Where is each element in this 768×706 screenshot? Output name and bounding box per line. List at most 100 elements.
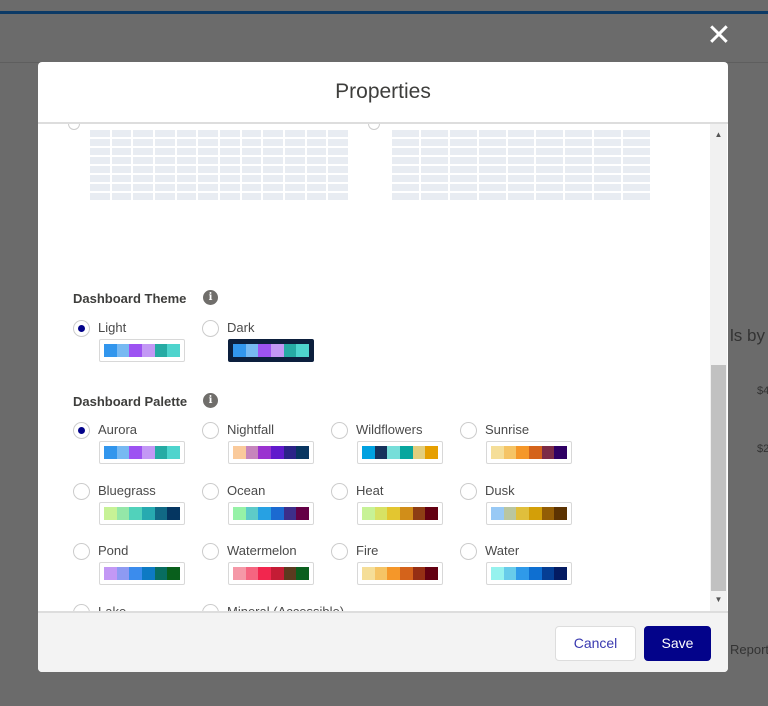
scrollbar[interactable]: ▲ ▼ [710,124,727,611]
color-swatch[interactable] [486,441,572,464]
option-label: Fire [356,543,379,558]
grid-cell [241,193,262,200]
background-axis-label: $4 [757,385,768,397]
radio-button[interactable] [73,603,90,611]
grid-cell [507,184,535,191]
color-swatch[interactable] [357,441,443,464]
color-chip [491,567,504,580]
grid-cell [219,148,240,155]
save-button[interactable]: Save [644,626,711,661]
modal-body: Dashboard Theme i Light Dark Dashboard P… [38,124,728,611]
color-swatch[interactable] [486,501,572,525]
option-label: Light [98,320,127,335]
color-swatch[interactable] [357,501,443,525]
scroll-down-icon[interactable]: ▼ [710,595,727,604]
grid-cell [90,184,110,191]
grid-cell [392,157,419,164]
palette-option-watermelon[interactable]: Watermelon [202,543,327,603]
color-chip [142,506,155,520]
grid-cell [449,166,477,173]
option-label: Dark [227,320,255,335]
palette-option-mineral-accessible[interactable]: Mineral (Accessible) [202,603,344,611]
radio-button[interactable] [202,482,219,500]
grid-cell [111,157,132,164]
radio-button[interactable] [331,422,348,439]
grid-cell [263,130,283,137]
radio-button[interactable] [73,543,90,560]
grid-cell [176,175,197,182]
radio-button[interactable] [73,422,90,439]
color-swatch[interactable] [486,562,572,585]
palette-option-lake[interactable]: Lake [73,603,198,611]
color-chip [296,446,310,459]
radio-button[interactable] [73,482,90,500]
grid-cell [284,130,305,137]
close-icon[interactable]: ✕ [706,21,732,51]
theme-option-light[interactable]: Light [73,320,198,380]
color-swatch[interactable] [228,562,314,585]
palette-option-bluegrass[interactable]: Bluegrass [73,482,198,543]
background-chart-title: ls by [730,326,765,345]
color-chip [104,506,117,520]
palette-option-heat[interactable]: Heat [331,482,456,543]
radio-button[interactable] [202,320,219,337]
info-icon[interactable]: i [203,393,218,408]
grid-cell [623,130,650,137]
grid-cell [536,193,564,200]
grid-cell [263,166,283,173]
palette-heading: Dashboard Palette [73,394,188,409]
color-swatch[interactable] [99,501,185,525]
grid-cell [154,166,175,173]
radio-button[interactable] [73,320,90,337]
grid-cell [133,148,153,155]
color-swatch[interactable] [228,441,314,464]
palette-option-dusk[interactable]: Dusk [460,482,585,543]
theme-option-dark[interactable]: Dark [202,320,327,380]
palette-option-nightfall[interactable]: Nightfall [202,422,327,482]
palette-option-pond[interactable]: Pond [73,543,198,603]
grid-cell [90,148,110,155]
grid-cell [392,148,419,155]
color-swatch[interactable] [228,339,314,362]
color-chip [554,567,568,580]
grid-cell [478,157,506,164]
color-chip [503,446,517,459]
color-swatch[interactable] [99,562,185,585]
color-chip [142,567,155,580]
cancel-button[interactable]: Cancel [555,626,636,661]
scroll-up-icon[interactable]: ▲ [710,130,727,139]
color-swatch[interactable] [99,339,185,362]
color-swatch[interactable] [228,501,314,525]
layout-radio[interactable] [368,124,380,130]
palette-option-wildflowers[interactable]: Wildflowers [331,422,456,482]
option-label: Bluegrass [98,482,156,498]
radio-button[interactable] [331,482,348,500]
palette-option-ocean[interactable]: Ocean [202,482,327,543]
grid-cell [478,166,506,173]
grid-cell [420,175,448,182]
layout-radio[interactable] [68,124,80,130]
color-chip [116,567,130,580]
grid-cell [284,148,305,155]
radio-button[interactable] [202,422,219,439]
scrollbar-thumb[interactable] [711,365,726,591]
palette-option-water[interactable]: Water [460,543,585,603]
palette-option-sunrise[interactable]: Sunrise [460,422,585,482]
grid-cell [241,157,262,164]
radio-button[interactable] [331,543,348,560]
radio-button[interactable] [202,543,219,560]
grid-cell [507,139,535,146]
radio-button[interactable] [460,482,477,500]
palette-option-aurora[interactable]: Aurora [73,422,198,482]
grid-cell [623,166,650,173]
radio-button[interactable] [202,603,219,611]
grid-cell [133,130,153,137]
color-swatch[interactable] [99,441,185,464]
info-icon[interactable]: i [203,290,218,305]
color-chip [116,446,130,459]
palette-option-fire[interactable]: Fire [331,543,456,603]
color-swatch[interactable] [357,562,443,585]
radio-button[interactable] [460,543,477,560]
radio-button[interactable] [460,422,477,439]
color-chip [104,344,117,357]
